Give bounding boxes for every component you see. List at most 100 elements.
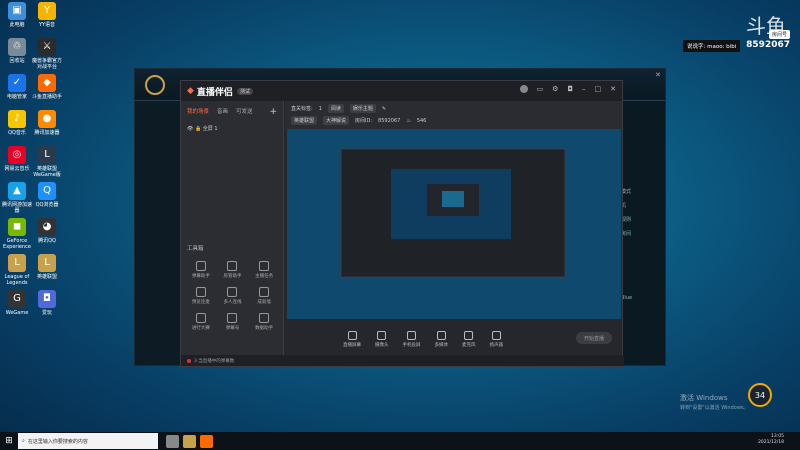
desktop-icon-label: GeForce Experience xyxy=(3,238,31,250)
control-button[interactable]: 麦克风 xyxy=(462,330,476,348)
tool-item[interactable]: 主播任务 xyxy=(248,261,280,279)
app-icon: ◘ xyxy=(38,290,56,308)
game-client-right-panel: 模式 机 规则 房间 Blue xyxy=(619,101,665,365)
lock-icon[interactable]: 🔒 xyxy=(195,126,201,132)
stream-preview[interactable] xyxy=(287,129,621,319)
start-stream-button[interactable]: 开始直播 xyxy=(576,332,612,344)
tag[interactable]: 阅读 xyxy=(327,104,344,113)
room-tag[interactable]: 大神解说 xyxy=(323,116,350,125)
tool-item[interactable]: 进行大赛 xyxy=(185,313,217,331)
tool-icon xyxy=(259,287,270,297)
search-placeholder: 在这里输入你要搜索的内容 xyxy=(27,438,88,445)
taskbar-app-icon[interactable] xyxy=(200,434,213,448)
streaming-app-window[interactable]: ◆ 直播伴侣 测试 ▭ ⚙ ◘ – □ ✕ 我的场景 音画 可发送 + 👁 🔒 … xyxy=(180,80,624,367)
avatar[interactable] xyxy=(519,85,528,93)
tool-item[interactable]: 房管助手 xyxy=(217,261,249,279)
control-button[interactable]: 摄像头 xyxy=(375,330,389,348)
desktop-icon[interactable]: ✓ 电脑管家 xyxy=(0,74,34,100)
taskbar-app-icon[interactable] xyxy=(183,434,196,448)
desktop-icon[interactable]: ♪ QQ音乐 xyxy=(0,110,34,136)
tool-item[interactable]: 多人连线 xyxy=(217,287,249,305)
app-icon: ✓ xyxy=(8,74,26,92)
desktop-icon-label: 英雄联盟 WeGame版 xyxy=(33,166,61,178)
close-icon[interactable]: ✕ xyxy=(610,85,616,93)
status-bar: 3.当直播中的弹幕数 xyxy=(181,355,624,366)
tab-my-scene[interactable]: 我的场景 xyxy=(187,107,209,117)
desktop-icon[interactable]: L League of Legends xyxy=(0,254,34,286)
taskbar-search[interactable]: ⌕ 在这里输入你要搜索的内容 xyxy=(18,433,158,449)
control-button[interactable]: 手机投屏 xyxy=(403,330,421,348)
scene-panel: 我的场景 音画 可发送 + 👁 🔒 全屏 1 工具箱 弹幕助手 房管助手 主播任务预… xyxy=(181,101,284,366)
gift-icon[interactable]: ◘ xyxy=(567,85,573,93)
nested-window-core xyxy=(442,191,464,207)
desktop-icon[interactable]: ▣ 此电脑 xyxy=(0,2,34,28)
desktop-icon[interactable]: L 英雄联盟 WeGame版 xyxy=(30,146,64,178)
tool-label: 成就墙 xyxy=(257,300,271,305)
tab-audio-video[interactable]: 音画 xyxy=(217,107,228,117)
tool-item[interactable]: 弹幕号 xyxy=(217,313,249,331)
tool-icon xyxy=(227,287,238,297)
app-icon: L xyxy=(38,146,56,164)
desktop-icon[interactable]: Y YY语音 xyxy=(30,2,64,28)
desktop-icon[interactable]: L 英雄联盟 xyxy=(30,254,64,280)
desktop-icon[interactable]: ◘ 爱玩 xyxy=(30,290,64,316)
app-icon: ⚔ xyxy=(38,38,56,56)
maximize-icon[interactable]: □ xyxy=(595,85,602,93)
tag[interactable]: 娱乐主题 xyxy=(349,104,376,113)
control-icon xyxy=(436,330,446,340)
add-icon[interactable]: + xyxy=(269,107,277,117)
minimize-icon[interactable]: – xyxy=(582,85,586,93)
edit-icon[interactable]: ✎ xyxy=(382,106,386,112)
activate-windows-sub: 转到"设置"以激活 Windows。 xyxy=(680,405,749,411)
desktop-icon[interactable]: ◼ GeForce Experience xyxy=(0,218,34,250)
control-button[interactable]: 直播屏幕 xyxy=(343,330,361,348)
app-icon: ● xyxy=(38,110,56,128)
desktop-icon[interactable]: ● 腾讯加速器 xyxy=(30,110,64,136)
app-main: 直关标签: 1 阅读 娱乐主题 ✎ 英雄联盟 大神解说 房间ID: 859206… xyxy=(285,101,622,355)
desktop-icon[interactable]: ▲ 腾讯网游加速器 xyxy=(0,182,34,214)
control-label: 扬声器 xyxy=(489,342,504,348)
tool-icon xyxy=(259,261,270,271)
heat-value: 546 xyxy=(416,117,427,124)
heat-icon: ♨ xyxy=(406,117,411,124)
desktop-icon[interactable]: G WeGame xyxy=(0,290,34,316)
close-icon[interactable]: ✕ xyxy=(655,71,661,79)
tool-item[interactable]: 弹幕助手 xyxy=(185,261,217,279)
control-button[interactable]: 扬声器 xyxy=(489,330,504,348)
tools-title: 工具箱 xyxy=(187,246,204,252)
tool-label: 进行大赛 xyxy=(191,326,210,331)
settings-icon[interactable]: ⚙ xyxy=(552,85,558,93)
desktop-icon[interactable]: Q QQ浏览器 xyxy=(30,182,64,208)
taskbar-app-icon[interactable] xyxy=(166,434,179,448)
title-icons: ▭ ⚙ ◘ – □ ✕ xyxy=(519,85,616,93)
tool-item[interactable]: 数据助手 xyxy=(248,313,280,331)
room-tag[interactable]: 英雄联盟 xyxy=(291,116,318,125)
tab-sendable[interactable]: 可发送 xyxy=(236,107,253,117)
tool-item[interactable]: 预览连麦 xyxy=(185,287,217,305)
message-icon[interactable]: ▭ xyxy=(537,85,544,93)
app-icon: ▣ xyxy=(8,2,26,20)
desktop-icon[interactable]: ◕ 腾讯QQ xyxy=(30,218,64,244)
windows-start-icon[interactable]: ⊞ xyxy=(0,432,18,450)
activate-windows-title: 激活 Windows xyxy=(680,394,728,402)
desktop-icon[interactable]: ♲ 回收站 xyxy=(0,38,34,64)
app-icon: L xyxy=(38,254,56,272)
control-icon xyxy=(491,330,501,340)
tool-icon xyxy=(195,287,206,297)
performance-gauge[interactable]: 34 xyxy=(748,383,772,407)
tool-icon xyxy=(227,313,238,323)
stream-controls: 直播屏幕 摄像头 手机投屏 多媒体 麦克风 扬声器 xyxy=(285,324,622,354)
control-icon xyxy=(407,330,416,340)
tool-item[interactable]: 成就墙 xyxy=(248,287,280,305)
control-label: 多媒体 xyxy=(434,342,449,348)
system-tray[interactable]: 13:05 2021/12/18 xyxy=(758,434,784,446)
desktop-icon[interactable]: ◆ 斗鱼直播助手 xyxy=(30,74,64,100)
desktop-icon[interactable]: ⚔ 魔兽争霸官方对战平台 xyxy=(30,38,64,70)
category-count: 1 xyxy=(318,105,322,112)
scene-item[interactable]: 👁 🔒 全屏 1 xyxy=(181,121,283,136)
eye-icon[interactable]: 👁 xyxy=(187,126,193,132)
control-button[interactable]: 多媒体 xyxy=(434,330,449,348)
desktop-icon[interactable]: ◎ 网易云音乐 xyxy=(0,146,34,172)
tray-date: 2021/12/18 xyxy=(758,440,784,445)
side-label: 模式 xyxy=(621,189,632,195)
